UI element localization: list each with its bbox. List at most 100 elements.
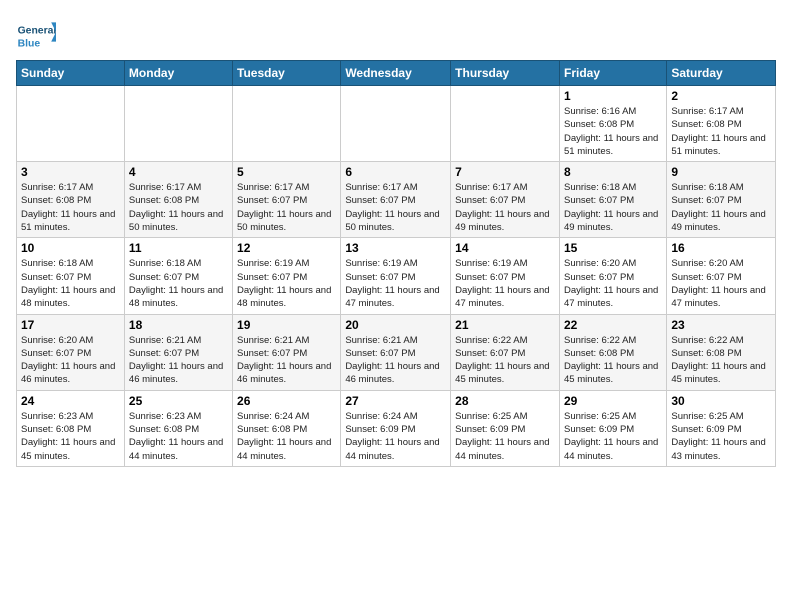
calendar-cell: 18 Sunrise: 6:21 AM Sunset: 6:07 PM Dayli…	[124, 314, 232, 390]
day-info: Sunrise: 6:17 AM Sunset: 6:07 PM Dayligh…	[237, 181, 336, 234]
calendar-cell: 1 Sunrise: 6:16 AM Sunset: 6:08 PM Daylig…	[559, 86, 666, 162]
calendar-cell: 21 Sunrise: 6:22 AM Sunset: 6:07 PM Dayli…	[451, 314, 560, 390]
calendar-cell: 6 Sunrise: 6:17 AM Sunset: 6:07 PM Daylig…	[341, 162, 451, 238]
day-info: Sunrise: 6:21 AM Sunset: 6:07 PM Dayligh…	[129, 334, 228, 387]
day-number: 6	[345, 165, 446, 179]
calendar-header-row: SundayMondayTuesdayWednesdayThursdayFrid…	[17, 61, 776, 86]
day-number: 11	[129, 241, 228, 255]
calendar-table: SundayMondayTuesdayWednesdayThursdayFrid…	[16, 60, 776, 467]
calendar-cell: 28 Sunrise: 6:25 AM Sunset: 6:09 PM Dayli…	[451, 390, 560, 466]
day-of-week-header: Saturday	[667, 61, 776, 86]
svg-text:Blue: Blue	[18, 38, 41, 49]
calendar-cell: 16Sunrise: 6:20 AM Sunset: 6:07 PM Dayli…	[667, 238, 776, 314]
day-number: 15	[564, 241, 662, 255]
calendar-cell: 17 Sunrise: 6:20 AM Sunset: 6:07 PM Dayli…	[17, 314, 125, 390]
calendar-cell	[341, 86, 451, 162]
calendar-cell: 29Sunrise: 6:25 AM Sunset: 6:09 PM Dayli…	[559, 390, 666, 466]
day-number: 30	[671, 394, 771, 408]
calendar-week-row: 24 Sunrise: 6:23 AM Sunset: 6:08 PM Dayli…	[17, 390, 776, 466]
page-header: General Blue	[16, 16, 776, 56]
day-info: Sunrise: 6:17 AM Sunset: 6:08 PM Dayligh…	[21, 181, 120, 234]
calendar-cell: 9 Sunrise: 6:18 AM Sunset: 6:07 PM Daylig…	[667, 162, 776, 238]
day-info: Sunrise: 6:17 AM Sunset: 6:08 PM Dayligh…	[671, 105, 771, 158]
day-number: 23	[671, 318, 771, 332]
logo-icon: General Blue	[16, 16, 56, 56]
day-info: Sunrise: 6:18 AM Sunset: 6:07 PM Dayligh…	[21, 257, 120, 310]
day-info: Sunrise: 6:17 AM Sunset: 6:08 PM Dayligh…	[129, 181, 228, 234]
calendar-cell: 2 Sunrise: 6:17 AM Sunset: 6:08 PM Daylig…	[667, 86, 776, 162]
day-info: Sunrise: 6:22 AM Sunset: 6:08 PM Dayligh…	[671, 334, 771, 387]
day-info: Sunrise: 6:18 AM Sunset: 6:07 PM Dayligh…	[564, 181, 662, 234]
calendar-cell: 12 Sunrise: 6:19 AM Sunset: 6:07 PM Dayli…	[233, 238, 341, 314]
calendar-cell: 23 Sunrise: 6:22 AM Sunset: 6:08 PM Dayli…	[667, 314, 776, 390]
day-info: Sunrise: 6:21 AM Sunset: 6:07 PM Dayligh…	[345, 334, 446, 387]
calendar-cell	[124, 86, 232, 162]
day-number: 7	[455, 165, 555, 179]
day-of-week-header: Monday	[124, 61, 232, 86]
day-number: 9	[671, 165, 771, 179]
calendar-cell: 19 Sunrise: 6:21 AM Sunset: 6:07 PM Dayli…	[233, 314, 341, 390]
calendar-cell: 10 Sunrise: 6:18 AM Sunset: 6:07 PM Dayli…	[17, 238, 125, 314]
day-number: 21	[455, 318, 555, 332]
day-number: 25	[129, 394, 228, 408]
calendar-cell: 5 Sunrise: 6:17 AM Sunset: 6:07 PM Daylig…	[233, 162, 341, 238]
calendar-cell: 4 Sunrise: 6:17 AM Sunset: 6:08 PM Daylig…	[124, 162, 232, 238]
day-number: 19	[237, 318, 336, 332]
day-number: 2	[671, 89, 771, 103]
day-of-week-header: Friday	[559, 61, 666, 86]
day-number: 1	[564, 89, 662, 103]
calendar-cell: 7 Sunrise: 6:17 AM Sunset: 6:07 PM Daylig…	[451, 162, 560, 238]
day-number: 28	[455, 394, 555, 408]
day-info: Sunrise: 6:19 AM Sunset: 6:07 PM Dayligh…	[345, 257, 446, 310]
calendar-cell: 13 Sunrise: 6:19 AM Sunset: 6:07 PM Dayli…	[341, 238, 451, 314]
day-number: 13	[345, 241, 446, 255]
day-info: Sunrise: 6:21 AM Sunset: 6:07 PM Dayligh…	[237, 334, 336, 387]
logo: General Blue	[16, 16, 60, 56]
svg-text:General: General	[18, 26, 56, 37]
day-info: Sunrise: 6:23 AM Sunset: 6:08 PM Dayligh…	[21, 410, 120, 463]
calendar-cell	[233, 86, 341, 162]
day-info: Sunrise: 6:20 AM Sunset: 6:07 PM Dayligh…	[671, 257, 771, 310]
calendar-cell: 20Sunrise: 6:21 AM Sunset: 6:07 PM Dayli…	[341, 314, 451, 390]
calendar-cell: 26Sunrise: 6:24 AM Sunset: 6:08 PM Dayli…	[233, 390, 341, 466]
day-of-week-header: Tuesday	[233, 61, 341, 86]
calendar-cell: 22Sunrise: 6:22 AM Sunset: 6:08 PM Dayli…	[559, 314, 666, 390]
day-number: 18	[129, 318, 228, 332]
day-of-week-header: Thursday	[451, 61, 560, 86]
day-info: Sunrise: 6:25 AM Sunset: 6:09 PM Dayligh…	[671, 410, 771, 463]
calendar-cell	[451, 86, 560, 162]
calendar-week-row: 10 Sunrise: 6:18 AM Sunset: 6:07 PM Dayli…	[17, 238, 776, 314]
day-number: 17	[21, 318, 120, 332]
calendar-week-row: 3 Sunrise: 6:17 AM Sunset: 6:08 PM Daylig…	[17, 162, 776, 238]
day-of-week-header: Sunday	[17, 61, 125, 86]
day-number: 10	[21, 241, 120, 255]
day-info: Sunrise: 6:17 AM Sunset: 6:07 PM Dayligh…	[455, 181, 555, 234]
day-number: 26	[237, 394, 336, 408]
day-info: Sunrise: 6:22 AM Sunset: 6:07 PM Dayligh…	[455, 334, 555, 387]
calendar-cell: 3 Sunrise: 6:17 AM Sunset: 6:08 PM Daylig…	[17, 162, 125, 238]
day-number: 8	[564, 165, 662, 179]
day-number: 4	[129, 165, 228, 179]
day-info: Sunrise: 6:25 AM Sunset: 6:09 PM Dayligh…	[455, 410, 555, 463]
day-info: Sunrise: 6:17 AM Sunset: 6:07 PM Dayligh…	[345, 181, 446, 234]
calendar-cell: 8 Sunrise: 6:18 AM Sunset: 6:07 PM Daylig…	[559, 162, 666, 238]
calendar-cell: 11 Sunrise: 6:18 AM Sunset: 6:07 PM Dayli…	[124, 238, 232, 314]
day-info: Sunrise: 6:20 AM Sunset: 6:07 PM Dayligh…	[21, 334, 120, 387]
day-info: Sunrise: 6:16 AM Sunset: 6:08 PM Dayligh…	[564, 105, 662, 158]
calendar-week-row: 17 Sunrise: 6:20 AM Sunset: 6:07 PM Dayli…	[17, 314, 776, 390]
calendar-cell: 24 Sunrise: 6:23 AM Sunset: 6:08 PM Dayli…	[17, 390, 125, 466]
day-number: 3	[21, 165, 120, 179]
day-info: Sunrise: 6:20 AM Sunset: 6:07 PM Dayligh…	[564, 257, 662, 310]
day-number: 24	[21, 394, 120, 408]
day-info: Sunrise: 6:19 AM Sunset: 6:07 PM Dayligh…	[455, 257, 555, 310]
day-info: Sunrise: 6:18 AM Sunset: 6:07 PM Dayligh…	[671, 181, 771, 234]
calendar-cell: 15 Sunrise: 6:20 AM Sunset: 6:07 PM Dayli…	[559, 238, 666, 314]
calendar-cell: 14Sunrise: 6:19 AM Sunset: 6:07 PM Dayli…	[451, 238, 560, 314]
calendar-cell: 30 Sunrise: 6:25 AM Sunset: 6:09 PM Dayli…	[667, 390, 776, 466]
calendar-cell: 27Sunrise: 6:24 AM Sunset: 6:09 PM Dayli…	[341, 390, 451, 466]
day-number: 5	[237, 165, 336, 179]
day-info: Sunrise: 6:18 AM Sunset: 6:07 PM Dayligh…	[129, 257, 228, 310]
day-info: Sunrise: 6:19 AM Sunset: 6:07 PM Dayligh…	[237, 257, 336, 310]
day-number: 12	[237, 241, 336, 255]
day-info: Sunrise: 6:22 AM Sunset: 6:08 PM Dayligh…	[564, 334, 662, 387]
